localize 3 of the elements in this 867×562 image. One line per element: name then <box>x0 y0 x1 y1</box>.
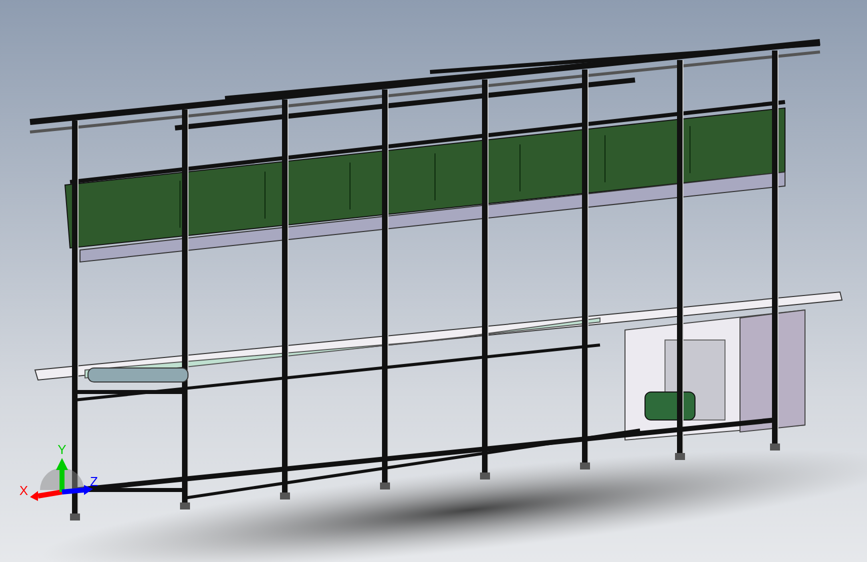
axis-label: X <box>19 483 28 498</box>
axis-label: Z <box>90 474 98 489</box>
axis-label: Y <box>58 442 66 457</box>
